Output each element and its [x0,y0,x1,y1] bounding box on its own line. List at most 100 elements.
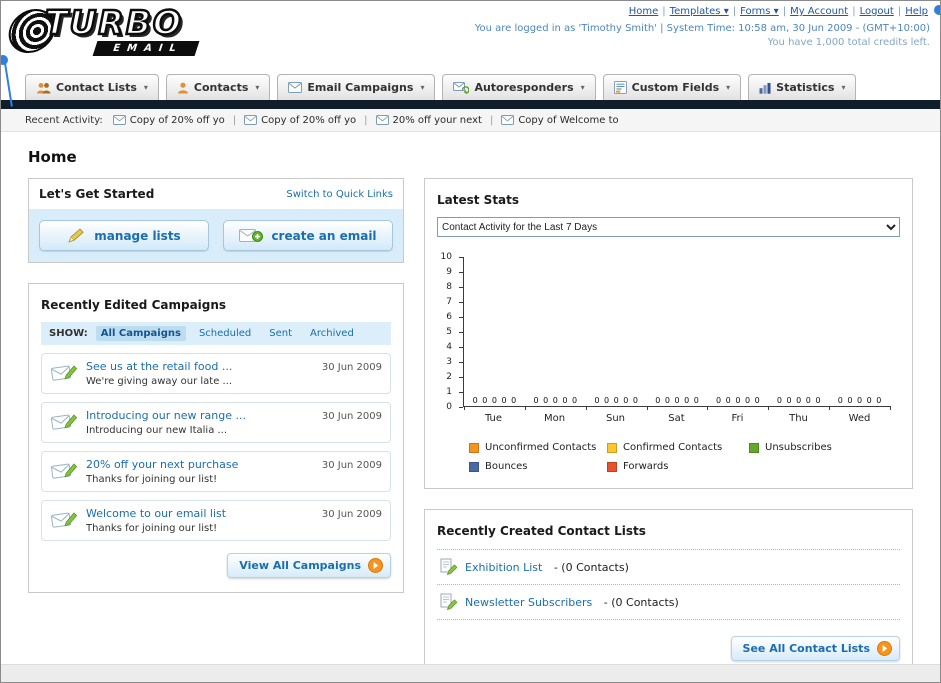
chevron-down-icon: ▾ [420,83,425,92]
y-tick [459,407,463,408]
separator: | [364,114,368,126]
campaign-title-link[interactable]: See us at the retail food ... [86,360,314,373]
campaign-icon [50,460,78,481]
legend-item: Unconfirmed Contacts [469,442,607,453]
contacts-icon [177,82,189,94]
see-all-contact-lists-button[interactable]: See All Contact Lists [730,636,900,661]
campaign-subtitle: We're giving away our late ... [86,376,233,387]
chart-group: 0 0 0 0 0 [647,257,708,406]
view-all-campaigns-label: View All Campaigns [239,559,361,572]
y-tick-label: 6 [446,312,452,322]
tab-label: Autoresponders [474,81,574,94]
recent-activity-item-label: Copy of 20% off yo [261,114,357,126]
tab-label: Email Campaigns [307,81,414,94]
filter-scheduled[interactable]: Scheduled [194,326,256,341]
x-tick-label: Thu [789,413,808,424]
main-content: Home Let's Get Started Switch to Quick L… [1,132,940,682]
chart-group: 0 0 0 0 0 [829,257,890,406]
left-column: Let's Get Started Switch to Quick Links … [28,178,404,613]
campaign-texts: Welcome to our email list Thanks for join… [86,507,314,534]
top-nav-link-forms[interactable]: Forms ▾ [740,6,779,17]
manage-lists-button[interactable]: manage lists [39,220,209,251]
tab-autoresponders[interactable]: Autoresponders ▾ [442,74,596,100]
chart-group: 0 0 0 0 0 [464,257,525,406]
contact-list-link[interactable]: Exhibition List [465,561,542,574]
tab-email-campaigns[interactable]: Email Campaigns ▾ [277,74,436,100]
x-tick [585,406,587,410]
top-nav-link-templates[interactable]: Templates ▾ [670,6,729,17]
recent-activity-items: Copy of 20% off yo | Copy of 20% off yo | 20… [112,114,619,126]
chart-group: 0 0 0 0 0 [525,257,586,406]
y-tick-label: 4 [446,342,452,352]
stats-title: Latest Stats [437,193,520,207]
manage-lists-label: manage lists [94,228,181,243]
campaign-icon [50,362,78,383]
campaign-icon [50,509,78,530]
legend-swatch [607,461,617,472]
chevron-down-icon: ▾ [143,83,148,92]
tab-contacts[interactable]: Contacts ▾ [165,74,271,100]
tab-statistics[interactable]: Statistics ▾ [748,74,857,100]
page-title: Home [28,148,77,166]
legend-label: Unconfirmed Contacts [485,442,597,453]
contact-lists-panel: Recently Created Contact Lists Exhibitio… [424,509,913,676]
tab-label: Contact Lists [56,81,137,94]
recent-activity-item[interactable]: 20% off your next [375,115,482,126]
separator: | [732,6,737,17]
tab-custom-fields[interactable]: Custom Fields ▾ [602,74,742,100]
y-tick-label: 3 [446,357,452,367]
stats-period-select[interactable]: Contact Activity for the Last 7 Days [437,217,900,237]
logo-primary: TURBO [44,2,183,44]
legend-label: Unsubscribes [765,442,832,453]
chart-groups: 0 0 0 0 0 0 0 0 0 0 0 0 0 0 0 0 0 0 0 0 0 0 … [464,257,890,406]
y-tick [459,377,463,378]
recent-activity-item[interactable]: Copy of Welcome to [501,115,619,126]
x-tick-label: Wed [848,413,871,424]
contact-list-item: Exhibition List - (0 Contacts) [437,550,900,585]
campaign-title-link[interactable]: Introducing our new range ... [86,409,314,422]
separator: | [897,6,902,17]
x-tick [707,406,709,410]
top-nav-link-home[interactable]: Home [629,6,659,17]
contact-list-link[interactable]: Newsletter Subscribers [465,596,592,609]
top-nav-link-help[interactable]: Help [905,6,928,17]
filter-all-campaigns[interactable]: All Campaigns [95,326,186,341]
chevron-down-icon: ▾ [255,83,260,92]
create-an-email-button[interactable]: create an email [223,220,393,251]
campaign-title-link[interactable]: Welcome to our email list [86,507,314,520]
recent-activity-item[interactable]: Copy of 20% off yo [244,115,356,126]
campaign-icon [50,411,78,432]
get-started-body: manage lists create an email [29,209,403,262]
legend-item: Confirmed Contacts [607,442,749,453]
pencil-icon [67,228,86,243]
right-column: Latest Stats Contact Activity for the La… [424,178,913,682]
chart-values: 0 0 0 0 0 [655,396,699,405]
chart-x-axis: Tue Mon Sun Sat Fri Thu Wed [463,413,890,424]
tab-label: Statistics [776,81,835,94]
get-started-title: Let's Get Started [39,187,155,201]
top-nav: Home | Templates ▾ | Forms ▾ | My Account | Logo… [475,6,930,17]
campaign-title-link[interactable]: 20% off your next purchase [86,458,314,471]
chart-group: 0 0 0 0 0 [586,257,647,406]
logo-secondary: EMAIL [92,41,200,56]
recent-activity-item[interactable]: Copy of 20% off yo [112,115,225,126]
contact-lists-icon [36,82,51,94]
legend-swatch [607,442,617,453]
filter-sent[interactable]: Sent [264,326,297,341]
x-tick [524,406,526,410]
legend-label: Bounces [485,461,528,472]
view-all-campaigns-button[interactable]: View All Campaigns [227,553,391,578]
y-tick [459,287,463,288]
separator: | [782,6,787,17]
campaign-subtitle: Introducing our new Italia ... [86,425,228,436]
tab-contact-lists[interactable]: Contact Lists ▾ [25,74,159,100]
switch-to-quick-links-link[interactable]: Switch to Quick Links [286,189,393,200]
filter-archived[interactable]: Archived [305,326,359,341]
campaign-subtitle: Thanks for joining our list! [86,474,218,485]
chart-group: 0 0 0 0 0 [768,257,829,406]
x-tick [768,406,770,410]
x-tick [464,406,465,410]
envelope-plus-icon [239,228,264,243]
top-nav-link-my-account[interactable]: My Account [790,6,848,17]
top-nav-link-logout[interactable]: Logout [860,6,894,17]
